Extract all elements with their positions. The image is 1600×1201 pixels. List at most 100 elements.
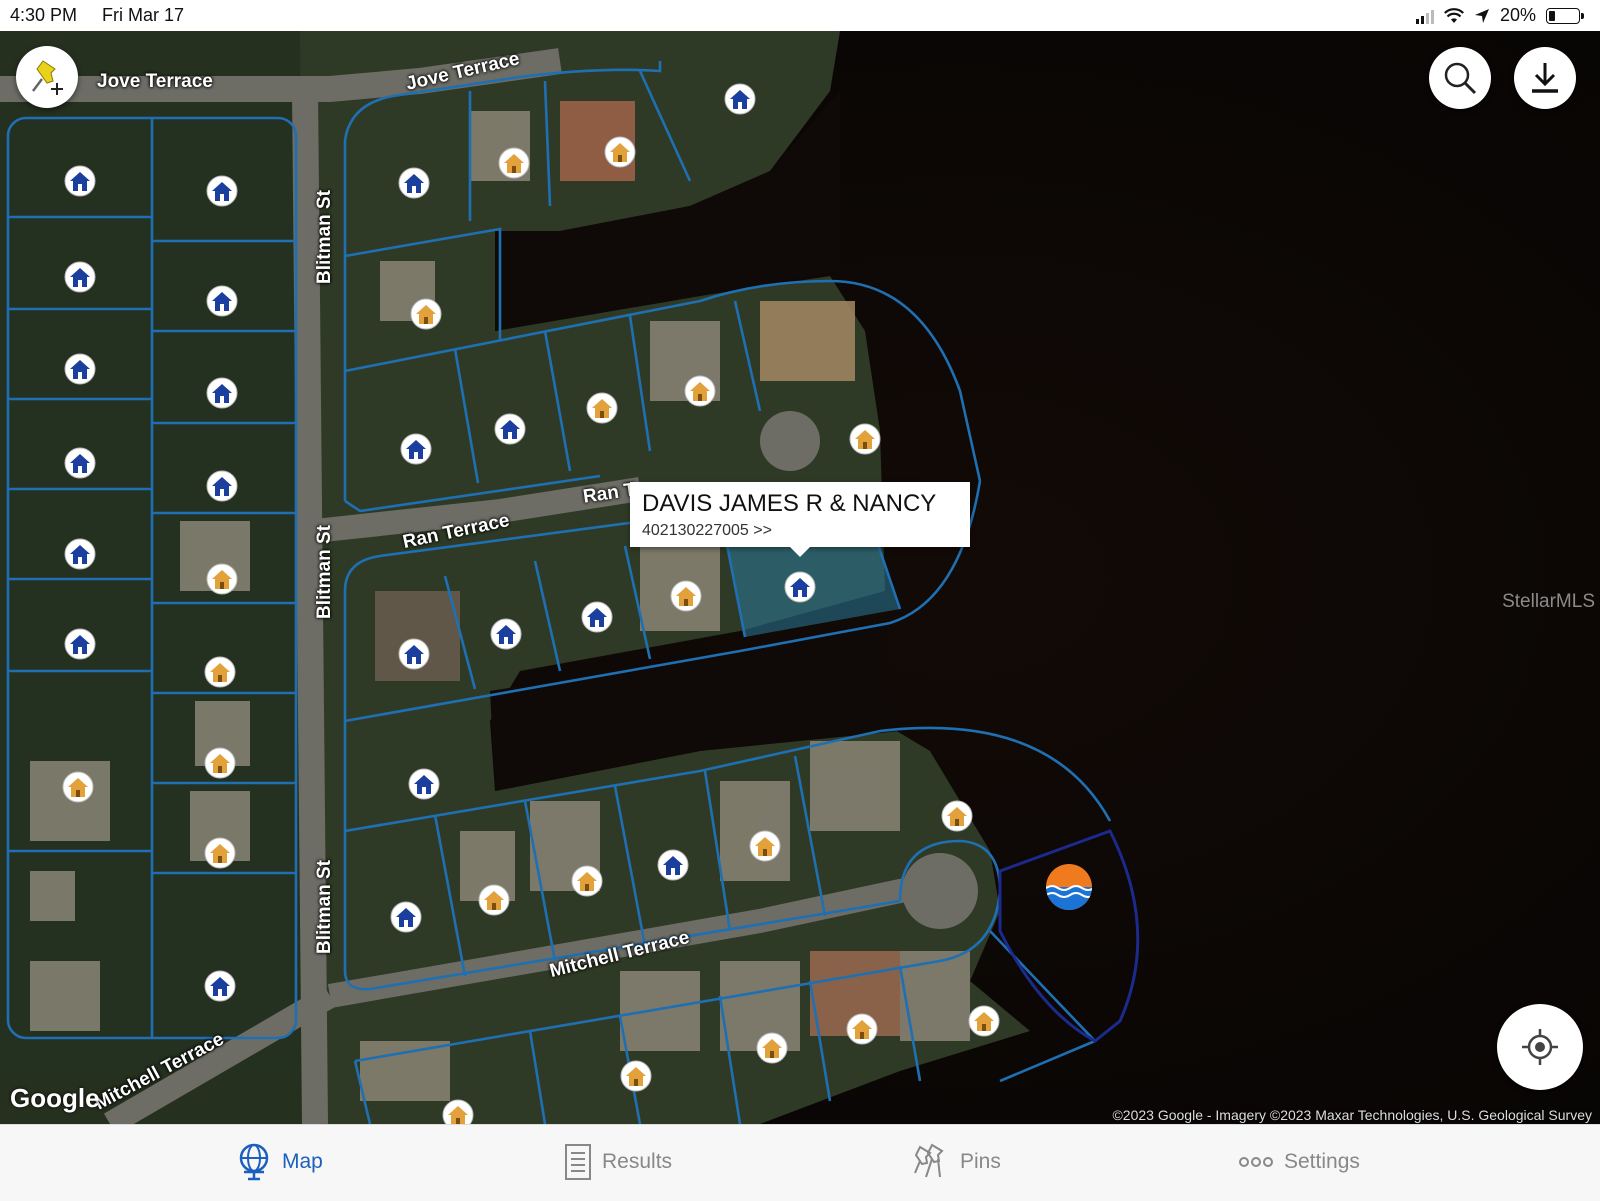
property-pin[interactable] bbox=[497, 146, 531, 180]
property-pin[interactable] bbox=[489, 617, 523, 651]
globe-icon bbox=[239, 1143, 269, 1181]
house-icon bbox=[849, 423, 881, 455]
property-pin[interactable] bbox=[389, 900, 423, 934]
house-icon bbox=[206, 285, 238, 317]
house-icon bbox=[64, 628, 96, 660]
property-pin[interactable] bbox=[845, 1012, 879, 1046]
house-icon bbox=[204, 837, 236, 869]
property-pin[interactable] bbox=[205, 562, 239, 596]
house-icon bbox=[398, 638, 430, 670]
property-pin[interactable] bbox=[580, 600, 614, 634]
property-pin[interactable] bbox=[570, 864, 604, 898]
property-pin[interactable] bbox=[205, 174, 239, 208]
property-pin[interactable] bbox=[848, 422, 882, 456]
property-pin[interactable] bbox=[63, 352, 97, 386]
house-icon bbox=[408, 768, 440, 800]
property-pin[interactable] bbox=[619, 1059, 653, 1093]
tab-settings-label: Settings bbox=[1284, 1150, 1360, 1173]
property-pin[interactable] bbox=[585, 391, 619, 425]
tab-pins[interactable]: Pins bbox=[912, 1142, 1001, 1182]
property-pin[interactable] bbox=[63, 627, 97, 661]
property-pin[interactable] bbox=[63, 446, 97, 480]
road-label-blitman-st-top: Blitman St bbox=[313, 190, 335, 284]
add-pin-button[interactable] bbox=[16, 46, 78, 108]
house-icon bbox=[64, 447, 96, 479]
status-time: 4:30 PM bbox=[10, 5, 78, 25]
tab-map[interactable]: Map bbox=[238, 1142, 323, 1182]
water-waves-icon bbox=[1046, 885, 1092, 910]
property-pin[interactable] bbox=[63, 164, 97, 198]
house-icon bbox=[390, 901, 422, 933]
parcel-info-popup[interactable]: DAVIS JAMES R & NANCY 402130227005 >> bbox=[630, 482, 970, 557]
property-pin[interactable] bbox=[397, 166, 431, 200]
property-pin[interactable] bbox=[940, 799, 974, 833]
property-pin[interactable] bbox=[399, 432, 433, 466]
house-icon bbox=[478, 884, 510, 916]
house-icon bbox=[398, 167, 430, 199]
house-icon bbox=[442, 1099, 474, 1124]
tab-settings[interactable]: Settings bbox=[1238, 1142, 1360, 1182]
battery-percent: 20% bbox=[1499, 5, 1536, 25]
tab-results[interactable]: Results bbox=[564, 1142, 672, 1182]
property-pin[interactable] bbox=[63, 537, 97, 571]
water-parcel-pin[interactable] bbox=[1046, 864, 1092, 910]
status-date: Fri Mar 17 bbox=[102, 5, 185, 25]
property-pin[interactable] bbox=[669, 579, 703, 613]
house-icon bbox=[204, 747, 236, 779]
property-pin[interactable] bbox=[203, 655, 237, 689]
locate-me-button[interactable] bbox=[1497, 1004, 1583, 1090]
search-button[interactable] bbox=[1429, 47, 1491, 109]
location-arrow-icon bbox=[1474, 8, 1489, 23]
tab-bar: Map Results Pins Settings bbox=[0, 1124, 1600, 1201]
property-pin[interactable] bbox=[205, 284, 239, 318]
house-icon bbox=[206, 563, 238, 595]
list-document-icon bbox=[565, 1144, 591, 1180]
house-icon bbox=[784, 571, 816, 603]
property-pin[interactable] bbox=[493, 412, 527, 446]
property-pin[interactable] bbox=[203, 746, 237, 780]
google-logo: Google bbox=[10, 1083, 100, 1113]
property-pin[interactable] bbox=[656, 848, 690, 882]
pins-icon bbox=[914, 1143, 944, 1178]
property-pin[interactable] bbox=[783, 570, 817, 604]
magnifier-icon bbox=[1444, 62, 1477, 95]
property-pin[interactable] bbox=[748, 829, 782, 863]
house-icon bbox=[410, 298, 442, 330]
house-icon bbox=[968, 1005, 1000, 1037]
property-pin[interactable] bbox=[723, 82, 757, 116]
property-pin[interactable] bbox=[61, 770, 95, 804]
map-view[interactable]: Jove Terrace Jove Terrace Blitman St Bli… bbox=[0, 31, 1600, 1124]
property-pin[interactable] bbox=[967, 1004, 1001, 1038]
house-icon bbox=[498, 147, 530, 179]
map-attribution[interactable]: ©2023 Google - Imagery ©2023 Maxar Techn… bbox=[1112, 1107, 1592, 1123]
property-pin[interactable] bbox=[397, 637, 431, 671]
house-icon bbox=[64, 165, 96, 197]
property-pin[interactable] bbox=[409, 297, 443, 331]
property-pin[interactable] bbox=[683, 374, 717, 408]
property-pin[interactable] bbox=[63, 260, 97, 294]
property-pin[interactable] bbox=[441, 1098, 475, 1124]
property-pin[interactable] bbox=[407, 767, 441, 801]
property-pin[interactable] bbox=[205, 376, 239, 410]
property-pin[interactable] bbox=[205, 469, 239, 503]
house-icon bbox=[846, 1013, 878, 1045]
road-label-blitman-st-bottom: Blitman St bbox=[313, 860, 335, 954]
house-icon bbox=[724, 83, 756, 115]
battery-icon bbox=[1546, 7, 1584, 24]
ellipsis-icon bbox=[1239, 1157, 1273, 1167]
property-pin[interactable] bbox=[477, 883, 511, 917]
house-icon bbox=[620, 1060, 652, 1092]
pushpin-plus-icon bbox=[32, 60, 63, 95]
property-pin[interactable] bbox=[755, 1031, 789, 1065]
crosshair-icon bbox=[1522, 1029, 1558, 1065]
house-icon bbox=[206, 175, 238, 207]
property-pin[interactable] bbox=[203, 969, 237, 1003]
property-pin[interactable] bbox=[203, 836, 237, 870]
parcel-id-link[interactable]: 402130227005 >> bbox=[642, 522, 772, 540]
house-icon bbox=[657, 849, 689, 881]
property-pin[interactable] bbox=[603, 135, 637, 169]
download-button[interactable] bbox=[1514, 47, 1576, 109]
road-label-jove-terrace-left: Jove Terrace bbox=[97, 71, 213, 92]
tab-map-label: Map bbox=[282, 1150, 323, 1173]
house-icon bbox=[581, 601, 613, 633]
